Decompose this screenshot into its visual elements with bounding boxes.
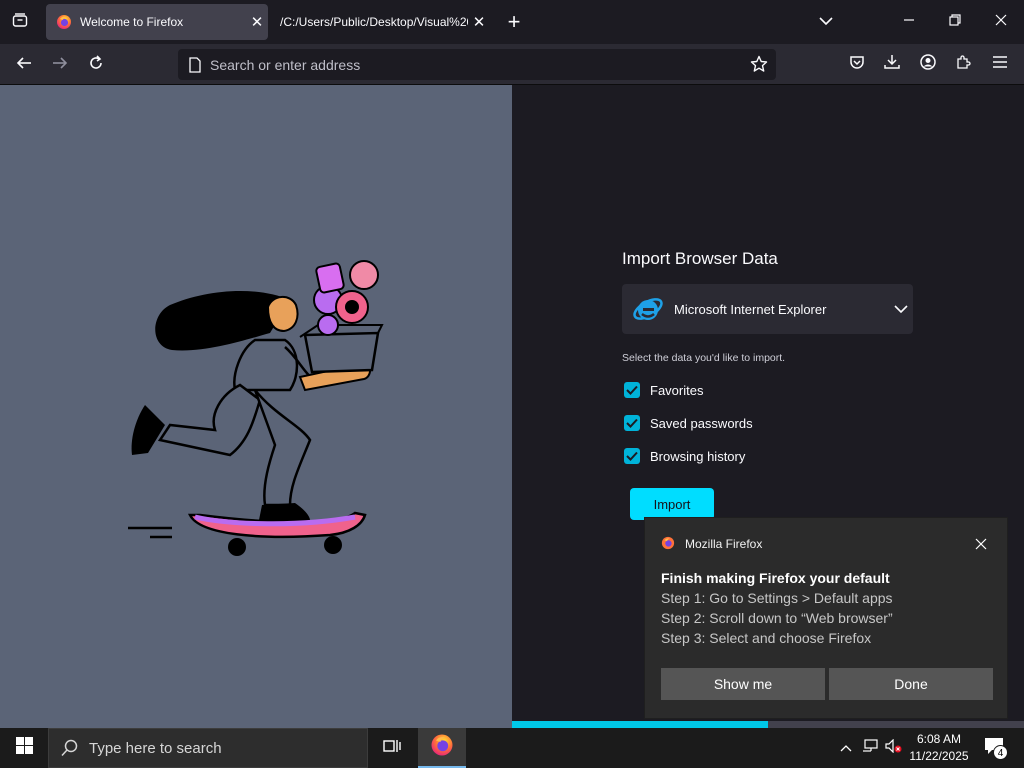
search-icon xyxy=(61,739,79,757)
close-icon xyxy=(995,13,1007,31)
selected-browser: Microsoft Internet Explorer xyxy=(674,301,827,317)
bookmark-star-icon[interactable] xyxy=(750,55,768,73)
start-button[interactable] xyxy=(0,728,48,768)
volume-tray-button[interactable] xyxy=(884,738,904,758)
network-icon xyxy=(862,738,878,758)
reload-icon xyxy=(88,54,104,76)
back-button[interactable] xyxy=(10,51,38,79)
taskbar-firefox-app[interactable] xyxy=(418,728,466,768)
downloads-button[interactable] xyxy=(879,51,905,77)
back-arrow-icon xyxy=(16,55,32,76)
windows-logo-icon xyxy=(15,737,33,759)
firefox-icon xyxy=(56,14,72,30)
network-tray-button[interactable] xyxy=(860,738,880,758)
list-all-tabs-button[interactable] xyxy=(8,10,32,34)
clock-time: 6:08 AM xyxy=(916,732,962,746)
progress-fill xyxy=(512,721,768,728)
notification-step-1: Step 1: Go to Settings > Default apps xyxy=(661,590,893,606)
option-favorites[interactable]: Favorites xyxy=(624,382,703,398)
illustration-panel xyxy=(0,85,512,728)
tab-welcome-to-firefox[interactable]: Welcome to Firefox ✕ xyxy=(46,4,268,40)
address-bar[interactable] xyxy=(178,49,776,80)
default-browser-notification: Mozilla Firefox Finish making Firefox yo… xyxy=(644,517,1008,719)
minimize-button[interactable] xyxy=(886,0,932,44)
puzzle-icon xyxy=(956,54,972,75)
page-icon xyxy=(188,56,202,73)
tab-overflow-button[interactable] xyxy=(814,10,838,34)
tab-title: /C:/Users/Public/Desktop/Visual%20 xyxy=(280,15,468,29)
import-button[interactable]: Import xyxy=(630,488,714,520)
tab-local-file[interactable]: /C:/Users/Public/Desktop/Visual%20 ✕ xyxy=(270,4,492,40)
address-input[interactable] xyxy=(210,56,730,73)
hamburger-menu-icon xyxy=(993,55,1007,73)
close-tab-icon[interactable]: ✕ xyxy=(248,13,266,31)
firefox-icon xyxy=(661,536,675,555)
clock[interactable]: 6:08 AM 11/22/2025 xyxy=(906,731,972,765)
pocket-icon xyxy=(849,54,865,75)
plus-icon: + xyxy=(507,9,521,34)
import-hint: Select the data you'd like to import. xyxy=(622,352,786,364)
minimize-icon xyxy=(903,13,915,31)
notification-count-badge: 4 xyxy=(993,745,1008,760)
restore-icon xyxy=(949,13,961,31)
checkbox-checked-icon[interactable] xyxy=(624,382,640,398)
firefox-icon xyxy=(430,733,454,762)
volume-muted-icon xyxy=(885,738,903,758)
taskbar-search[interactable]: Type here to search xyxy=(48,728,368,768)
chevron-up-icon xyxy=(840,739,852,757)
option-browsing-history[interactable]: Browsing history xyxy=(624,448,745,464)
search-placeholder: Type here to search xyxy=(89,739,222,757)
close-window-button[interactable] xyxy=(978,0,1024,44)
browser-select-dropdown[interactable]: Microsoft Internet Explorer xyxy=(622,284,913,334)
chevron-down-icon xyxy=(819,13,833,31)
new-tab-button[interactable]: + xyxy=(502,9,526,34)
app-menu-button[interactable] xyxy=(987,51,1013,77)
navigation-toolbar xyxy=(0,44,1024,85)
import-title: Import Browser Data xyxy=(622,249,778,268)
internet-explorer-icon xyxy=(632,293,664,325)
tabs-icon xyxy=(12,12,28,33)
progress-bar xyxy=(512,721,1024,728)
notification-step-2: Step 2: Scroll down to “Web browser” xyxy=(661,610,893,626)
account-icon xyxy=(920,53,936,75)
notification-step-3: Step 3: Select and choose Firefox xyxy=(661,630,872,646)
option-label: Favorites xyxy=(650,382,704,398)
taskbar: Type here to search 6:08 AM 11/22/2025 4 xyxy=(0,728,1024,768)
forward-arrow-icon xyxy=(52,55,68,76)
checkbox-checked-icon[interactable] xyxy=(624,448,640,464)
notification-app-name: Mozilla Firefox xyxy=(685,537,763,551)
skateboarder-illustration xyxy=(128,260,384,556)
close-tab-icon[interactable]: ✕ xyxy=(470,13,488,31)
pocket-button[interactable] xyxy=(844,51,870,77)
download-icon xyxy=(884,54,900,75)
show-hidden-icons-button[interactable] xyxy=(836,738,856,758)
restore-button[interactable] xyxy=(932,0,978,44)
show-me-button[interactable]: Show me xyxy=(661,668,825,700)
tab-strip: Welcome to Firefox ✕ /C:/Users/Public/De… xyxy=(0,0,1024,44)
tab-title: Welcome to Firefox xyxy=(80,15,184,29)
option-label: Saved passwords xyxy=(650,415,753,431)
forward-button[interactable] xyxy=(46,51,74,79)
clock-date: 11/22/2025 xyxy=(909,749,969,763)
task-view-button[interactable] xyxy=(372,728,412,768)
extensions-button[interactable] xyxy=(951,51,977,77)
done-button[interactable]: Done xyxy=(829,668,993,700)
action-center-button[interactable]: 4 xyxy=(980,734,1008,762)
account-button[interactable] xyxy=(915,51,941,77)
chevron-down-icon xyxy=(894,304,908,314)
task-view-icon xyxy=(383,738,401,759)
checkbox-checked-icon[interactable] xyxy=(624,415,640,431)
close-notification-icon[interactable] xyxy=(971,534,991,554)
reload-button[interactable] xyxy=(82,51,110,79)
notification-heading: Finish making Firefox your default xyxy=(661,570,890,586)
option-saved-passwords[interactable]: Saved passwords xyxy=(624,415,753,431)
option-label: Browsing history xyxy=(650,448,746,464)
